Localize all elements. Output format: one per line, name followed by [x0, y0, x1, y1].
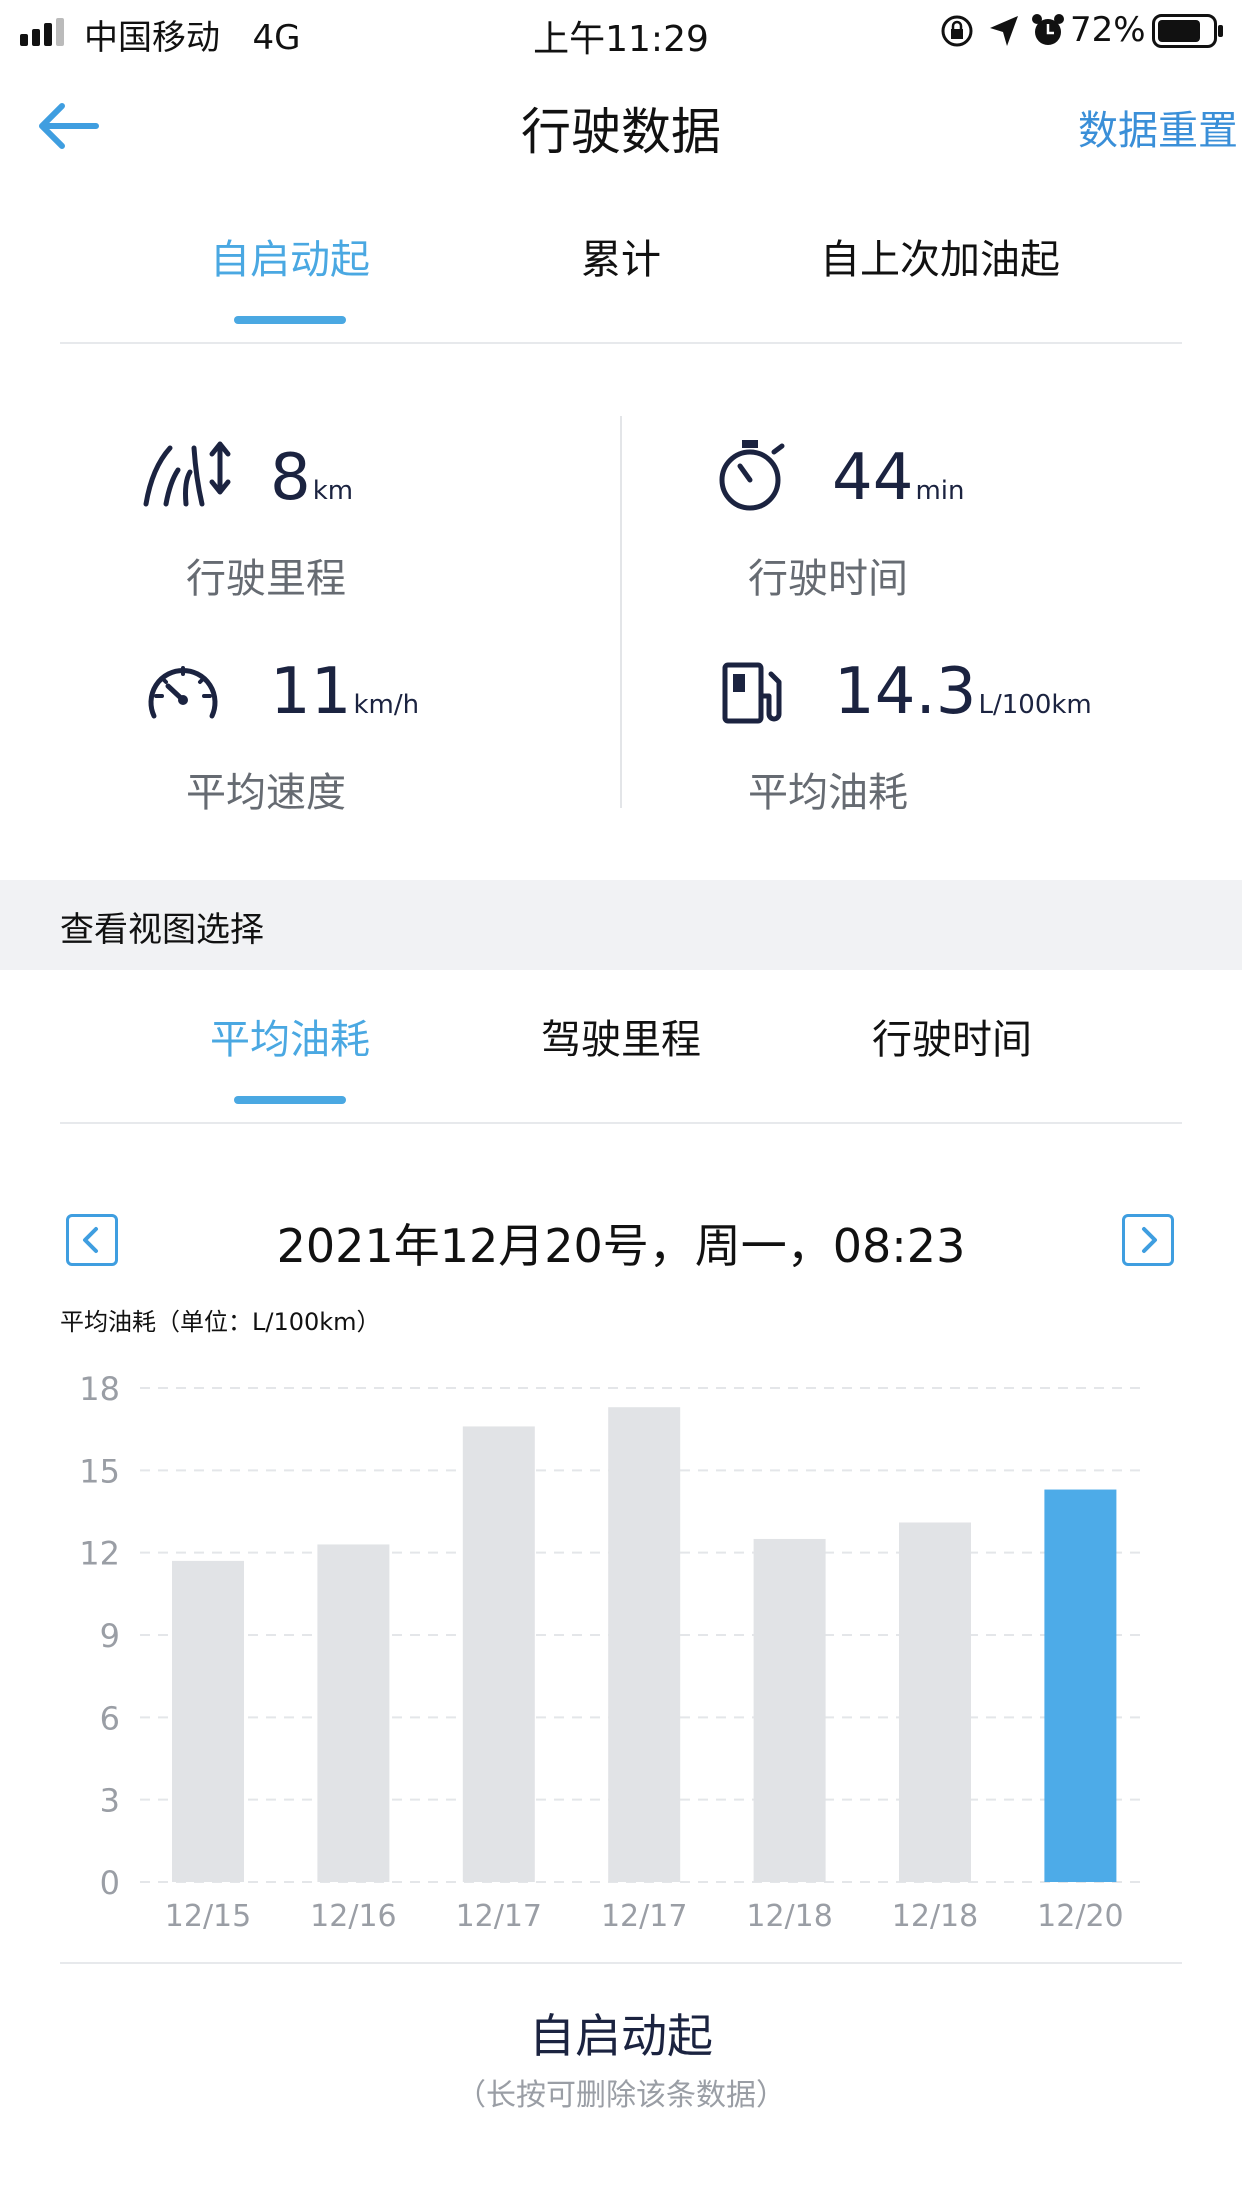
location-icon — [990, 16, 1018, 46]
chart-bar-5[interactable] — [899, 1522, 971, 1882]
y-tick-label: 9 — [100, 1617, 120, 1655]
tab-since-refuel[interactable]: 自上次加油起 — [780, 204, 1100, 324]
x-tick-label: 12/18 — [892, 1899, 978, 1934]
y-tick-label: 12 — [79, 1535, 120, 1573]
chart-bar-1[interactable] — [317, 1544, 390, 1882]
distance-label: 行驶里程 — [186, 556, 346, 602]
y-tick-label: 18 — [79, 1370, 120, 1408]
alarm-icon — [1032, 14, 1064, 45]
x-tick-label: 12/17 — [456, 1899, 542, 1934]
speed-value: 11km/h — [270, 655, 420, 729]
orientation-lock-icon — [941, 15, 973, 47]
chart-footer-divider — [60, 1962, 1182, 1964]
view-selection-header: 查看视图选择 — [0, 880, 1242, 970]
duration-value: 44min — [832, 441, 965, 515]
distance-value: 8km — [270, 441, 354, 515]
chart-bar-6[interactable] — [1044, 1489, 1117, 1882]
x-tick-label: 12/18 — [746, 1899, 832, 1934]
chart-bar-3[interactable] — [608, 1407, 681, 1882]
period-tabs: 自启动起 累计 自上次加油起 — [60, 204, 1182, 344]
y-tick-label: 15 — [79, 1452, 120, 1490]
battery-icon — [1152, 14, 1223, 48]
x-tick-label: 12/20 — [1037, 1899, 1123, 1934]
tab-avg-fuel[interactable]: 平均油耗 — [180, 984, 400, 1104]
battery-percent: 72% — [1070, 10, 1146, 50]
stopwatch-icon — [719, 440, 785, 511]
chart-bar-2[interactable] — [462, 1426, 535, 1882]
active-tab-indicator — [234, 1096, 346, 1104]
duration-label: 行驶时间 — [748, 556, 908, 602]
road-distance-icon — [143, 441, 231, 507]
selected-date: 2021年12月20号，周一，08:23 — [276, 1219, 966, 1273]
x-tick-label: 12/16 — [310, 1899, 396, 1934]
y-tick-label: 3 — [100, 1782, 120, 1820]
active-tab-indicator — [234, 316, 346, 324]
chart-bar-0[interactable] — [172, 1560, 244, 1882]
chart-title: 平均油耗（单位：L/100km） — [60, 1308, 381, 1336]
tab-driving-distance[interactable]: 驾驶里程 — [511, 984, 731, 1104]
view-tabs: 平均油耗 驾驶里程 行驶时间 — [60, 984, 1182, 1124]
tab-since-start[interactable]: 自启动起 — [180, 204, 400, 324]
fuel-pump-icon — [722, 662, 782, 724]
fuel-value: 14.3L/100km — [834, 655, 1092, 729]
stats-divider — [620, 416, 622, 808]
fuel-bar-chart: 0 3 6 9 12 15 18 12/15 12/16 12/17 12/17 12/18 12/18… — [79, 1370, 1146, 1934]
speed-label: 平均速度 — [186, 770, 346, 816]
y-tick-label: 0 — [100, 1864, 120, 1902]
y-tick-label: 6 — [100, 1699, 120, 1737]
chevron-right-icon — [1142, 1227, 1157, 1253]
selected-period-title: 自启动起 — [529, 2009, 713, 2063]
status-bar: 中国移动 4G 上午11:29 72% — [0, 0, 1242, 62]
reset-data-button[interactable]: 数据重置 — [1042, 98, 1242, 156]
next-date-button[interactable] — [1122, 1214, 1174, 1266]
delete-hint: （长按可删除该条数据） — [456, 2078, 786, 2113]
fuel-label: 平均油耗 — [748, 770, 908, 816]
tab-cumulative[interactable]: 累计 — [511, 204, 731, 324]
speedometer-icon — [148, 666, 218, 719]
tab-driving-time[interactable]: 行驶时间 — [842, 984, 1062, 1104]
x-tick-label: 12/15 — [165, 1899, 251, 1934]
chart-bar-4[interactable] — [753, 1538, 826, 1882]
x-tick-label: 12/17 — [601, 1899, 687, 1934]
view-selection-label: 查看视图选择 — [60, 910, 264, 950]
